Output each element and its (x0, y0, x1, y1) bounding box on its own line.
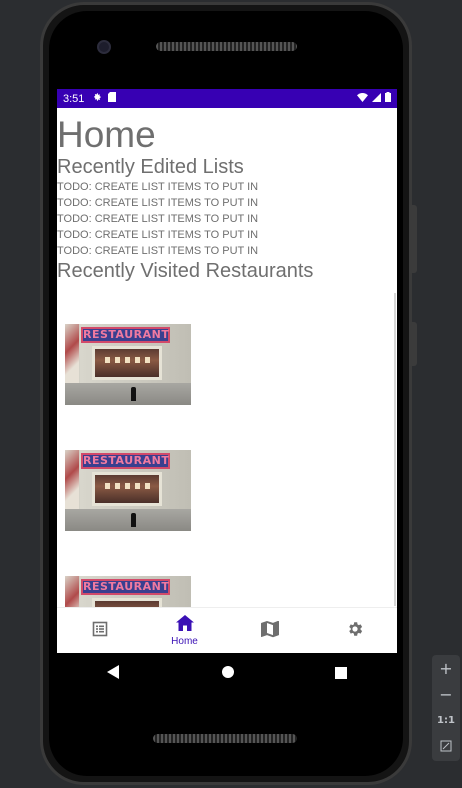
map-icon (260, 620, 279, 642)
power-button[interactable] (409, 322, 417, 366)
home-content[interactable]: Home Recently Edited Lists TODO: CREATE … (57, 108, 397, 607)
sd-card-icon (108, 92, 117, 105)
zoom-out-button[interactable]: − (432, 681, 460, 707)
list-item[interactable]: TODO: CREATE LIST ITEMS TO PUT IN (57, 179, 397, 195)
signal-icon (372, 92, 381, 105)
earpiece-speaker (156, 42, 297, 51)
back-icon[interactable] (107, 664, 121, 683)
status-bar: 3:51 (57, 89, 397, 108)
nav-home-label: Home (171, 635, 198, 647)
recents-icon[interactable] (335, 664, 347, 683)
recent-lists: TODO: CREATE LIST ITEMS TO PUT IN TODO: … (57, 179, 397, 259)
gear-icon (346, 620, 364, 642)
list-item[interactable]: TODO: CREATE LIST ITEMS TO PUT IN (57, 195, 397, 211)
restaurant-sign: RESTAURANT (81, 327, 170, 343)
home-icon (175, 614, 194, 635)
restaurant-image[interactable]: RESTAURANT (65, 324, 191, 405)
nav-settings[interactable] (312, 608, 397, 653)
fit-screen-icon[interactable] (432, 733, 460, 759)
volume-button[interactable] (409, 205, 417, 273)
restaurant-sign: RESTAURANT (81, 453, 170, 469)
front-camera (97, 40, 111, 54)
app-screen: 3:51 Home Recently Edited Lists TODO: CR… (57, 89, 397, 653)
system-navigation-bar (57, 653, 397, 693)
page-title: Home (57, 114, 156, 155)
list-item[interactable]: TODO: CREATE LIST ITEMS TO PUT IN (57, 211, 397, 227)
nav-lists[interactable] (57, 608, 142, 653)
battery-icon (385, 92, 391, 105)
scrollbar[interactable] (394, 293, 396, 606)
actual-size-button[interactable]: 1:1 (432, 707, 460, 733)
list-icon (92, 621, 108, 641)
restaurant-image[interactable]: RESTAURANT (65, 576, 191, 607)
emulator-zoom-controls: + − 1:1 (432, 655, 460, 761)
nav-home[interactable]: Home (142, 608, 227, 653)
list-item[interactable]: TODO: CREATE LIST ITEMS TO PUT IN (57, 227, 397, 243)
recent-restaurants-heading: Recently Visited Restaurants (57, 260, 314, 282)
nav-map[interactable] (227, 608, 312, 653)
bottom-navigation: Home (57, 607, 397, 653)
list-item[interactable]: TODO: CREATE LIST ITEMS TO PUT IN (57, 243, 397, 259)
settings-status-icon (92, 92, 102, 105)
recent-lists-heading: Recently Edited Lists (57, 156, 244, 178)
restaurant-image[interactable]: RESTAURANT (65, 450, 191, 531)
status-time: 3:51 (63, 92, 85, 105)
bottom-speaker (153, 734, 297, 743)
restaurant-sign: RESTAURANT (81, 579, 170, 595)
home-circle-icon[interactable] (221, 664, 235, 683)
zoom-in-button[interactable]: + (432, 655, 460, 681)
wifi-icon (357, 92, 368, 105)
